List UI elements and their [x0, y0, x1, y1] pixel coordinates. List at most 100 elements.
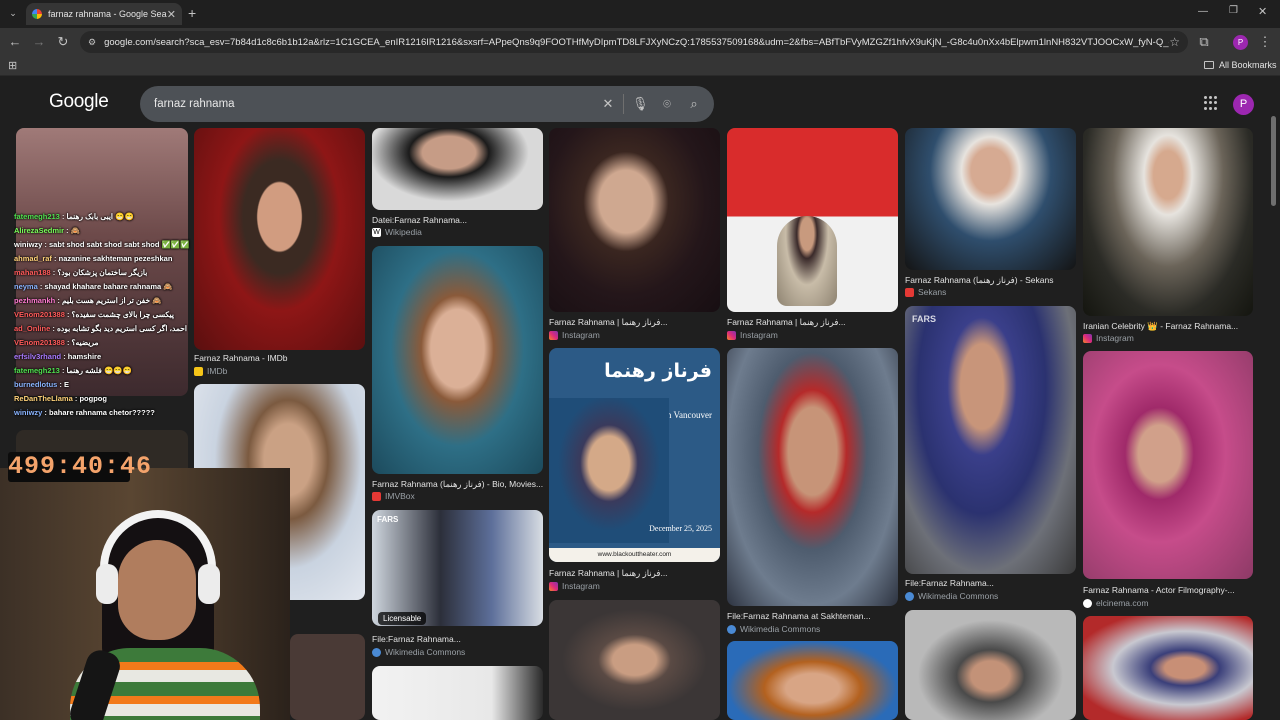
apps-grid-icon[interactable]: ⊞	[8, 59, 17, 72]
result-source[interactable]: IMVBox	[372, 491, 415, 501]
chat-text: bahare rahnama chetor?????	[49, 408, 155, 417]
headphone-cup-right	[198, 564, 220, 604]
chat-text: pogpog	[79, 394, 107, 403]
image-result-thumb[interactable]	[727, 641, 898, 720]
menu-kebab-icon[interactable]: ⋮	[1257, 34, 1273, 50]
result-source[interactable]: Instagram	[1083, 333, 1134, 343]
image-result-thumb[interactable]	[1083, 128, 1253, 316]
chat-text: خفن تر از استریم هست بلیم 🙈	[61, 296, 162, 305]
chat-username: erfsilv3rhand	[14, 352, 62, 361]
clear-search-icon[interactable]: ✕	[600, 96, 616, 112]
result-source-label: Wikipedia	[385, 227, 422, 237]
image-result-thumb[interactable]	[372, 128, 543, 210]
chat-username: winiwzy	[14, 408, 43, 417]
result-source[interactable]: elcinema.com	[1083, 598, 1148, 608]
active-tab[interactable]: farnaz rahnama - Google Search ✕	[26, 3, 182, 25]
image-result-thumb[interactable]	[372, 246, 543, 474]
chat-text: فلشه رهنما 😁😁😁	[66, 366, 132, 375]
image-result-thumb[interactable]	[727, 128, 898, 312]
chat-separator: :	[55, 296, 62, 305]
result-caption[interactable]: File:Farnaz Rahnama...	[905, 578, 1076, 588]
google-apps-icon[interactable]	[1204, 96, 1218, 110]
licensable-badge[interactable]: Licensable	[378, 612, 427, 625]
image-result-thumb[interactable]	[1083, 351, 1253, 579]
result-caption[interactable]: File:Farnaz Rahnama...	[372, 634, 543, 644]
close-window-button[interactable]: ✕	[1258, 5, 1267, 18]
result-source[interactable]: Instagram	[549, 581, 600, 591]
image-result-thumb[interactable]	[549, 600, 720, 720]
image-result-thumb[interactable]	[290, 634, 365, 720]
result-caption[interactable]: Farnaz Rahnama | فرناز رهنما...	[549, 568, 720, 579]
chat-text: احمد، اگر کسی استریم دید بگو تشابه بوده	[56, 324, 187, 333]
chat-text: E	[64, 380, 70, 389]
forward-button[interactable]: →	[31, 34, 47, 50]
result-caption[interactable]: Iranian Celebrity 👑 - Farnaz Rahnama...	[1083, 321, 1253, 332]
page-scrollbar[interactable]	[1271, 116, 1276, 206]
result-caption[interactable]: File:Farnaz Rahnama at Sakhteman...	[727, 611, 898, 621]
result-caption[interactable]: Datei:Farnaz Rahnama...	[372, 215, 543, 225]
event-poster-thumb[interactable]: فرناز رهنما North Vancouver December 25,…	[549, 348, 720, 562]
lens-search-icon[interactable]: ⌾	[659, 96, 675, 112]
chat-username: VEnom201388	[14, 310, 65, 319]
site-info-icon[interactable]: ⚙	[88, 37, 96, 48]
result-caption[interactable]: Farnaz Rahnama (فرناز رهنما) - Bio, Movi…	[372, 479, 543, 490]
result-caption[interactable]: Farnaz Rahnama (فرناز رهنما) - Sekans	[905, 275, 1076, 286]
profile-avatar[interactable]: P	[1233, 35, 1248, 50]
chat-username: pezhmankh	[14, 296, 56, 305]
image-result-thumb[interactable]	[372, 666, 543, 720]
address-bar[interactable]: ⚙ google.com/search?sca_esv=7b84d1c8c6b1…	[80, 31, 1188, 53]
back-button[interactable]: ←	[7, 34, 23, 50]
result-caption[interactable]: Farnaz Rahnama | فرناز رهنما...	[549, 317, 720, 328]
result-source[interactable]: W Wikipedia	[372, 227, 422, 237]
chat-text: بازیگر ساختمان پزشکان بود؟	[57, 268, 148, 277]
result-source-label: IMVBox	[385, 491, 415, 501]
poster-photo	[549, 398, 669, 543]
result-source[interactable]: Wikimedia Commons	[727, 624, 820, 634]
google-logo[interactable]: Google	[49, 91, 109, 113]
chat-message: winiwzy : bahare rahnama chetor?????	[14, 406, 204, 420]
minimize-button[interactable]: —	[1198, 6, 1208, 17]
voice-search-icon[interactable]: 🎙	[632, 96, 649, 112]
result-source-label: IMDb	[207, 366, 228, 376]
bookmark-star-icon[interactable]: ☆	[1169, 35, 1180, 49]
fars-watermark: FARS	[377, 515, 399, 524]
result-caption[interactable]: Farnaz Rahnama - IMDb	[194, 353, 365, 363]
reload-button[interactable]: ↻	[55, 34, 71, 50]
chat-message: ad_Online : احمد، اگر کسی استریم دید بگو…	[14, 322, 204, 336]
image-result-thumb[interactable]	[905, 610, 1076, 720]
result-source-label: Instagram	[740, 330, 778, 340]
chat-text: مریضیه؟	[71, 338, 99, 347]
result-caption[interactable]: Farnaz Rahnama - Actor Filmography-...	[1083, 585, 1253, 595]
tab-search-button[interactable]: ⌄	[6, 6, 20, 20]
image-result-thumb[interactable]	[194, 128, 365, 350]
result-source[interactable]: Sekans	[905, 287, 946, 297]
image-result-thumb[interactable]	[549, 128, 720, 312]
image-result-thumb[interactable]	[372, 510, 543, 626]
image-result-thumb[interactable]	[905, 128, 1076, 270]
result-source[interactable]: Instagram	[549, 330, 600, 340]
new-tab-button[interactable]: +	[188, 5, 196, 21]
chat-separator: :	[64, 226, 71, 235]
all-bookmarks-folder[interactable]: All Bookmarks	[1204, 60, 1277, 70]
result-source[interactable]: Instagram	[727, 330, 778, 340]
chat-message: fatemegh213 : ایبی بابک رهنما 😁😁	[14, 210, 204, 224]
search-input[interactable]	[154, 95, 594, 113]
chat-username: burnedlotus	[14, 380, 58, 389]
account-avatar[interactable]: P	[1233, 94, 1254, 115]
maximize-button[interactable]: ❐	[1229, 5, 1238, 16]
image-result-thumb[interactable]	[1083, 616, 1253, 720]
search-icon[interactable]: ⌕	[686, 96, 702, 112]
result-source-label: Wikimedia Commons	[385, 647, 466, 657]
extensions-icon[interactable]: ⧉	[1196, 34, 1212, 50]
chat-text: hamshire	[67, 352, 102, 361]
chat-username: mahan188	[14, 268, 51, 277]
search-box[interactable]	[140, 86, 714, 122]
image-result-thumb[interactable]	[905, 306, 1076, 574]
result-source[interactable]: Wikimedia Commons	[372, 647, 465, 657]
close-icon[interactable]: ✕	[167, 8, 176, 21]
result-caption[interactable]: Farnaz Rahnama | فرناز رهنما...	[727, 317, 898, 328]
chat-separator: :	[50, 324, 57, 333]
chat-message: VEnom201388 : پیکسی چرا بالای چشمت سفیده…	[14, 308, 204, 322]
image-result-thumb[interactable]	[727, 348, 898, 606]
result-source[interactable]: Wikimedia Commons	[905, 591, 998, 601]
